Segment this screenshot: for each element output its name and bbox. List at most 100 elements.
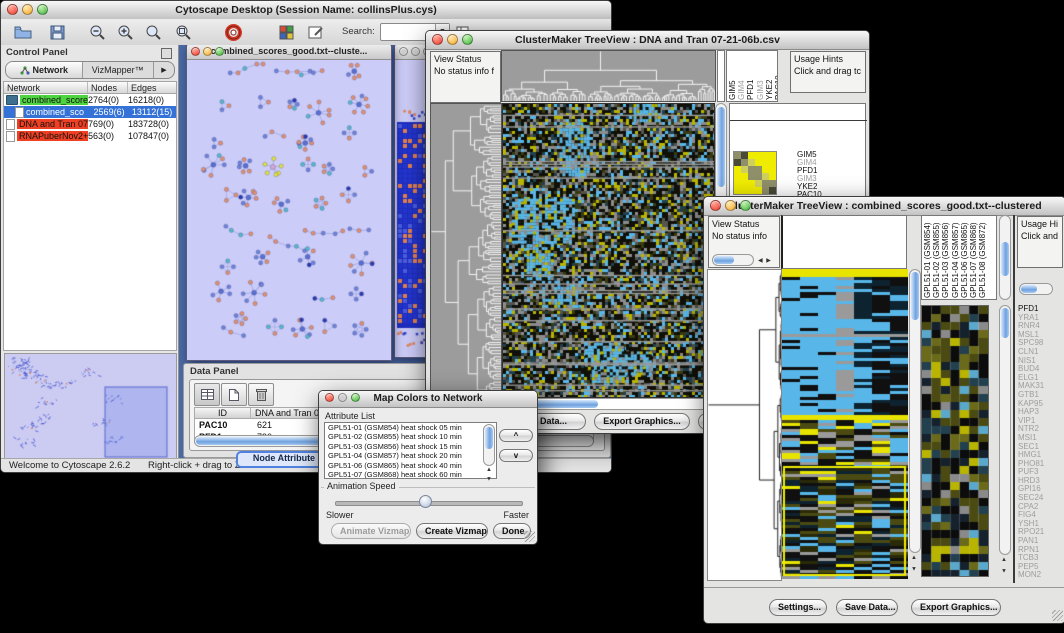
scrollbar-thumb[interactable] — [1001, 242, 1009, 276]
zoom-button[interactable] — [740, 200, 751, 211]
zoom-button[interactable] — [215, 47, 224, 56]
gene-label[interactable]: MON2 — [1018, 571, 1063, 580]
zoom-selected-button[interactable] — [141, 22, 165, 42]
column-label[interactable]: PAC10 — [774, 52, 778, 100]
open-file-button[interactable] — [11, 22, 35, 42]
column-label[interactable]: GPL51-02 (GSM855) — [932, 217, 941, 298]
attribute-select-button[interactable] — [194, 383, 220, 406]
new-attribute-button[interactable] — [221, 383, 247, 406]
column-label[interactable]: YKE2 — [765, 52, 774, 100]
tab-vizmapper[interactable]: VizMapper™ — [83, 62, 154, 78]
save-session-button[interactable] — [45, 22, 69, 42]
tab-network[interactable]: Network — [6, 62, 83, 78]
scroll-arrows[interactable]: ◀ ▶ — [758, 257, 772, 264]
attribute-list-item[interactable]: GPL51-06 (GSM865) heat shock 40 min — [325, 461, 496, 470]
move-down-button[interactable]: v — [499, 449, 533, 462]
close-button[interactable] — [432, 34, 443, 45]
slider-thumb[interactable] — [419, 495, 432, 508]
help-button[interactable] — [221, 22, 245, 42]
tv1-mini-heatmap[interactable] — [733, 151, 777, 195]
column-label[interactable]: GPL51-06 (GSM865) — [960, 217, 969, 298]
column-label[interactable]: PFD1 — [746, 52, 755, 100]
zoom-in-button[interactable] — [113, 22, 137, 42]
attribute-list-item[interactable]: GPL51-07 (GSM868) heat shock 60 min — [325, 470, 496, 479]
zoom-button[interactable] — [462, 34, 473, 45]
delete-attribute-button[interactable] — [248, 383, 274, 406]
treeview2-titlebar[interactable]: ClusterMaker TreeView : combined_scores_… — [704, 197, 1064, 216]
close-button[interactable] — [399, 47, 408, 56]
network-view-canvas[interactable] — [187, 60, 389, 359]
network-frame-titlebar[interactable]: combined_scores_good.txt--cluste... — [187, 45, 391, 60]
scrollbar-thumb[interactable] — [714, 256, 734, 264]
main-titlebar[interactable]: Cytoscape Desktop (Session Name: collins… — [1, 1, 611, 20]
tv2-status-hscrollbar[interactable] — [712, 254, 754, 266]
minimize-button[interactable] — [447, 34, 458, 45]
column-label[interactable]: GPL51-07 (GSM868) — [969, 217, 978, 298]
float-panel-icon[interactable] — [161, 48, 172, 59]
column-label[interactable]: GIM4 — [737, 52, 746, 100]
attribute-listbox[interactable]: GPL51-01 (GSM854) heat shock 05 minGPL51… — [324, 422, 497, 479]
tv2-heatmap-vscrollbar[interactable] — [909, 269, 921, 553]
scrollbar-thumb[interactable] — [485, 427, 493, 449]
minimize-button[interactable] — [338, 393, 347, 402]
network-frame[interactable]: combined_scores_good.txt--cluste... — [186, 45, 392, 361]
tab-overflow-arrow[interactable]: ▶ — [154, 62, 174, 78]
network-table-row[interactable]: RNAPuberNov2+ 563(0) 107847(0) — [4, 130, 176, 142]
network-table-row[interactable]: combined_sco 2569(6) 13112(15) — [4, 106, 176, 118]
create-vizmap-button[interactable]: Create Vizmap — [416, 523, 488, 539]
zoom-fit-button[interactable] — [171, 22, 195, 42]
close-button[interactable] — [7, 4, 18, 15]
tv2-hints-hscrollbar[interactable] — [1019, 283, 1053, 295]
zoom-out-button[interactable] — [85, 22, 109, 42]
close-button[interactable] — [325, 393, 334, 402]
tv1-column-dendrogram[interactable] — [501, 50, 716, 102]
column-label[interactable]: GPL51-04 (GSM857) — [951, 217, 960, 298]
attribute-list-vscrollbar[interactable] — [483, 424, 495, 466]
move-up-button[interactable]: ^ — [499, 429, 533, 442]
minimize-button[interactable] — [203, 47, 212, 56]
tv2-row-dendrogram[interactable] — [707, 269, 782, 581]
tv1-heatmap[interactable] — [502, 103, 715, 398]
minimize-button[interactable] — [725, 200, 736, 211]
tv2-gene-vscrollbar[interactable] — [999, 305, 1011, 555]
scroll-arrows[interactable]: ▲ ▼ — [911, 555, 917, 575]
scrollbar-thumb[interactable] — [911, 272, 919, 320]
dialog-titlebar[interactable]: Map Colors to Network — [319, 391, 537, 408]
scroll-arrows[interactable]: ▲ ▼ — [486, 467, 492, 484]
annotation-button[interactable] — [304, 22, 328, 42]
column-label[interactable]: GPL51-01 (GSM854) — [923, 217, 932, 298]
column-label[interactable]: GIM5 — [728, 52, 737, 100]
network-table-row[interactable]: combined_scores 2764(0) 16218(0) — [4, 94, 176, 106]
attribute-list-item[interactable]: GPL51-04 (GSM857) heat shock 20 min — [325, 451, 496, 460]
zoom-button[interactable] — [37, 4, 48, 15]
scrollbar-thumb[interactable] — [1001, 308, 1009, 338]
attribute-list-item[interactable]: GPL51-01 (GSM854) heat shock 05 min — [325, 423, 496, 432]
tv2-zoom-heatmap[interactable] — [921, 305, 989, 577]
tv2-heatmap[interactable] — [782, 269, 908, 579]
network-table-row[interactable]: DNA and Tran 07 769(0) 183728(0) — [4, 118, 176, 130]
resize-grip[interactable] — [524, 531, 535, 542]
minimize-button[interactable] — [22, 4, 33, 15]
scrollbar-thumb[interactable] — [717, 107, 725, 187]
close-button[interactable] — [191, 47, 200, 56]
column-label[interactable]: GPL51-03 (GSM856) — [941, 217, 950, 298]
minimize-button[interactable] — [411, 47, 420, 56]
scrollbar-thumb[interactable] — [1021, 285, 1037, 293]
tv2-collabel-vscrollbar[interactable] — [999, 215, 1011, 300]
tv2-settings-button[interactable]: Settings... — [769, 599, 827, 616]
tv2-export-graphics-button[interactable]: Export Graphics... — [911, 599, 1001, 616]
tv2-save-data-button[interactable]: Save Data... — [836, 599, 898, 616]
network-overview-birdseye[interactable] — [4, 353, 177, 460]
animate-vizmap-button[interactable]: Animate Vizmap — [331, 523, 411, 539]
column-label[interactable]: GPL51-08 (GSM872) — [978, 217, 987, 298]
resize-grip[interactable] — [1052, 610, 1063, 621]
vizmap-button[interactable] — [274, 22, 298, 42]
attribute-list-item[interactable]: GPL51-03 (GSM856) heat shock 15 min — [325, 442, 496, 451]
attribute-list-item[interactable]: GPL51-02 (GSM855) heat shock 10 min — [325, 432, 496, 441]
tv1-row-dendrogram[interactable] — [430, 103, 502, 398]
close-button[interactable] — [710, 200, 721, 211]
column-label[interactable]: GIM3 — [756, 52, 765, 100]
zoom-button[interactable] — [351, 393, 360, 402]
tv1-export-graphics-button[interactable]: Export Graphics... — [594, 413, 690, 430]
treeview1-titlebar[interactable]: ClusterMaker TreeView : DNA and Tran 07-… — [426, 31, 869, 50]
